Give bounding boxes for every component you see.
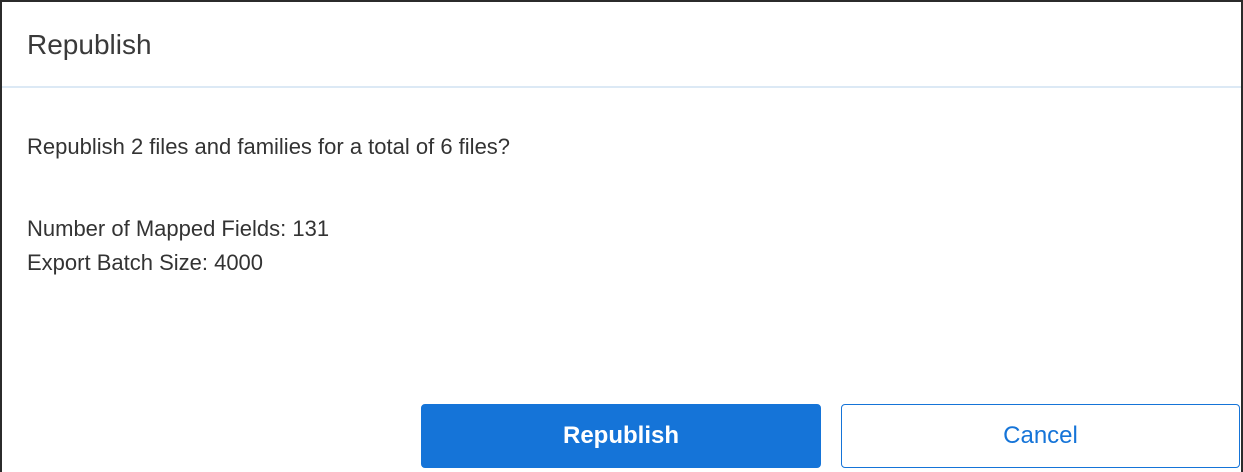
export-details: Number of Mapped Fields: 131 Export Batc… [27, 212, 329, 280]
export-batch-size: Export Batch Size: 4000 [27, 250, 264, 275]
republish-button[interactable]: Republish [421, 404, 821, 468]
dialog-body: Republish 2 files and families for a tot… [27, 130, 511, 275]
mapped-fields-count: Number of Mapped Fields: 131 [27, 216, 330, 241]
confirmation-message: Republish 2 files and families for a tot… [27, 134, 511, 159]
republish-dialog: Republish Republish 2 files and families… [0, 0, 1243, 472]
cancel-button[interactable]: Cancel [841, 404, 1240, 468]
dialog-title: Republish [27, 29, 152, 60]
dialog-header: Republish [2, 2, 1241, 88]
